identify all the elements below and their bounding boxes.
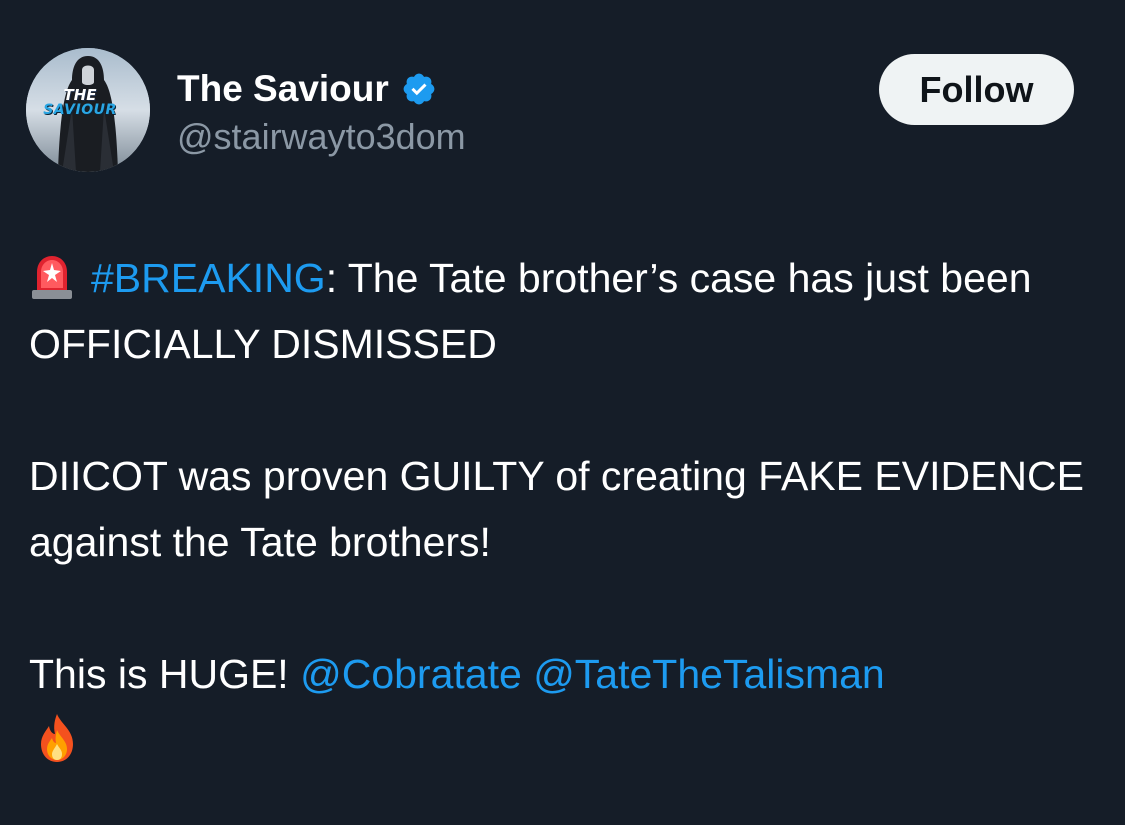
post-body: #BREAKING: The Tate brother’s case has j… <box>29 245 1099 773</box>
follow-button[interactable]: Follow <box>879 54 1074 125</box>
avatar-text-line2: SAVIOUR <box>43 102 117 118</box>
mention-separator <box>522 651 533 697</box>
breaking-hashtag-link[interactable]: #BREAKING <box>91 255 326 301</box>
paragraph-3-text: This is HUGE! <box>29 651 301 697</box>
mention-tatethetalisman-link[interactable]: @TateTheTalisman <box>533 651 885 697</box>
police-siren-icon <box>29 252 75 300</box>
post-paragraph-2: DIICOT was proven GUILTY of creating FAK… <box>29 453 1084 565</box>
avatar-text-line1: THE <box>63 86 97 104</box>
post-card: THE SAVIOUR The Saviour @stairwayto3dom … <box>0 0 1125 825</box>
avatar-logo-text: THE SAVIOUR <box>40 88 120 118</box>
fire-icon <box>33 712 81 764</box>
avatar[interactable]: THE SAVIOUR <box>26 48 150 172</box>
mention-cobratate-link[interactable]: @Cobratate <box>300 651 522 697</box>
verified-badge-icon[interactable] <box>401 71 437 107</box>
author-handle[interactable]: @stairwayto3dom <box>177 116 466 158</box>
post-paragraph-1: #BREAKING: The Tate brother’s case has j… <box>29 245 1099 377</box>
post-paragraph-3: This is HUGE! @Cobratate @TateTheTalisma… <box>29 641 1099 773</box>
author-name-row: The Saviour <box>177 66 437 112</box>
author-display-name[interactable]: The Saviour <box>177 68 389 110</box>
